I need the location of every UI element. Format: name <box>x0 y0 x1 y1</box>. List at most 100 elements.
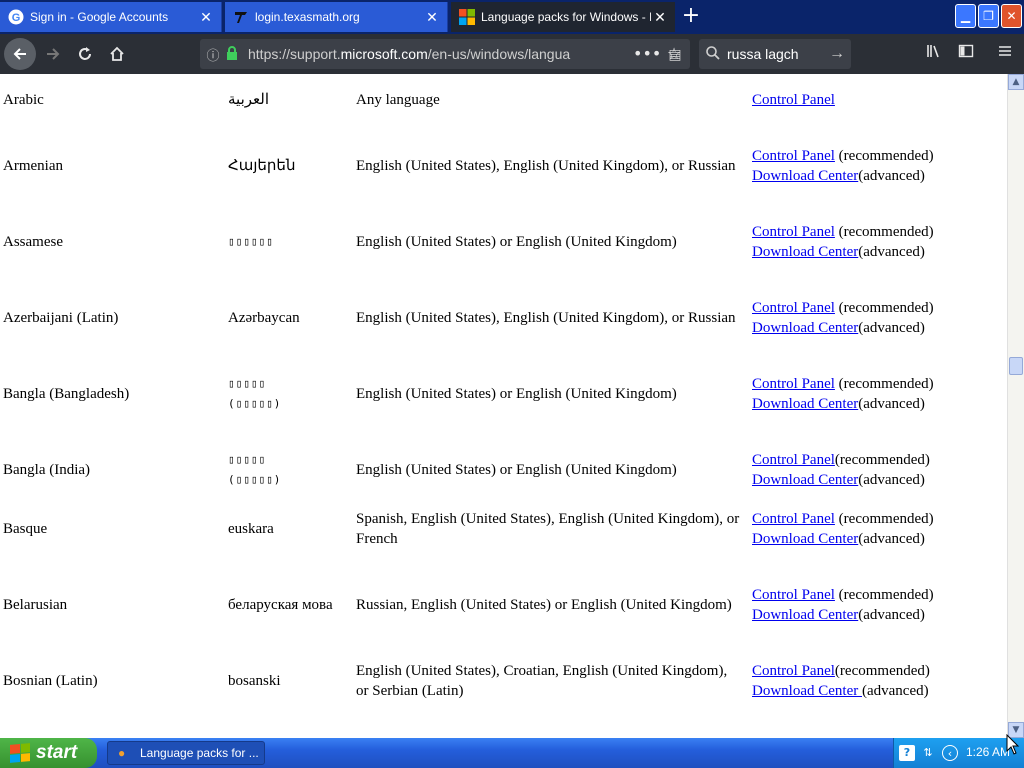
menu-icon[interactable] <box>992 42 1018 66</box>
download-center-link[interactable]: Download Center <box>752 320 858 336</box>
windows-flag-icon <box>10 743 30 763</box>
info-icon[interactable]: ⓘ <box>200 45 226 64</box>
control-panel-link[interactable]: Control Panel <box>752 376 835 392</box>
native-name: Հայերեն <box>228 158 296 174</box>
control-panel-link[interactable]: Control Panel <box>752 300 835 316</box>
start-button[interactable]: start <box>0 738 97 768</box>
language-name: Arabic <box>3 92 44 108</box>
tab-texasmath[interactable]: login.texasmath.org ✕ <box>225 2 448 32</box>
where-to-get: Control Panel <box>752 90 1007 110</box>
control-panel-link[interactable]: Control Panel <box>752 92 835 108</box>
forward-button[interactable] <box>38 39 68 69</box>
arrow-right-icon <box>47 48 60 60</box>
control-panel-link[interactable]: Control Panel <box>752 224 835 240</box>
minimize-button[interactable]: ▁ <box>955 4 976 28</box>
library-icon[interactable] <box>921 42 947 66</box>
url-text[interactable]: https://support.microsoft.com/en-us/wind… <box>244 46 660 62</box>
close-icon[interactable]: ✕ <box>423 8 441 26</box>
url-suffix: /en-us/windows/langua <box>427 46 571 62</box>
control-panel-link[interactable]: Control Panel <box>752 452 835 468</box>
base-language: Russian, English (United States) or Engl… <box>356 597 732 613</box>
microsoft-logo-icon <box>459 9 475 25</box>
download-center-link[interactable]: Download Center <box>752 396 858 412</box>
base-language: English (United States), Croatian, Engli… <box>356 663 728 699</box>
native-name: ▯▯▯▯▯ (▯▯▯▯▯) <box>228 450 348 490</box>
language-name: Belarusian <box>3 597 68 613</box>
tab-title: Sign in - Google Accounts <box>30 10 169 24</box>
new-tab-button[interactable]: + <box>678 4 704 30</box>
recommended-label: (recommended) <box>834 511 934 527</box>
tab-language-packs[interactable]: Language packs for Windows - Mi ✕ <box>451 2 675 32</box>
advanced-label: (advanced) <box>861 683 929 699</box>
tab-google-accounts[interactable]: G Sign in - Google Accounts ✕ <box>0 2 222 32</box>
where-to-get: Control Panel (recommended) Download Cen… <box>752 146 1007 186</box>
download-center-link[interactable]: Download Center <box>752 607 858 623</box>
control-panel-link[interactable]: Control Panel <box>752 511 835 527</box>
scroll-thumb[interactable] <box>1009 357 1023 375</box>
download-center-link[interactable]: Download Center <box>752 683 862 699</box>
where-to-get: Control Panel (recommended) Download Cen… <box>752 222 1007 262</box>
where-to-get: Control Panel (recommended) Download Cen… <box>752 298 1007 338</box>
navigation-toolbar: ⓘ https://support.microsoft.com/en-us/wi… <box>0 34 1024 74</box>
recommended-label: (recommended) <box>834 663 930 679</box>
recommended-label: (recommended) <box>834 376 934 392</box>
home-button[interactable] <box>102 39 132 69</box>
advanced-label: (advanced) <box>858 396 925 412</box>
vertical-scrollbar[interactable]: ▲ ▼ <box>1007 74 1024 738</box>
advanced-label: (advanced) <box>858 168 925 184</box>
download-center-link[interactable]: Download Center <box>752 472 858 488</box>
url-prefix: https://support. <box>248 46 341 62</box>
taskbar: start ● Language packs for ... ? ⇅ ‹ 1:2… <box>0 738 1024 768</box>
recommended-label: (recommended) <box>834 300 934 316</box>
texas-logo-icon <box>233 9 249 25</box>
network-icon[interactable]: ⇅ <box>920 745 936 761</box>
language-name: Basque <box>3 521 48 537</box>
native-name-line1: ▯▯▯▯▯ <box>228 453 267 466</box>
download-center-link[interactable]: Download Center <box>752 168 858 184</box>
restore-button[interactable]: ❐ <box>978 4 999 28</box>
chevron-left-icon[interactable]: ‹ <box>942 745 958 761</box>
reload-button[interactable] <box>70 39 100 69</box>
language-name: Bosnian (Latin) <box>3 673 98 689</box>
control-panel-link[interactable]: Control Panel <box>752 148 835 164</box>
native-name: беларуская мова <box>228 597 333 613</box>
language-name: Azerbaijani (Latin) <box>3 310 119 326</box>
advanced-label: (advanced) <box>858 244 925 260</box>
arrow-left-icon <box>13 48 26 60</box>
language-name: Bangla (India) <box>3 462 91 478</box>
tab-strip: G Sign in - Google Accounts ✕ login.texa… <box>0 0 1024 34</box>
where-to-get: Control Panel(recommended) Download Cent… <box>752 661 1007 701</box>
home-icon <box>110 46 124 61</box>
window-close-button[interactable]: ✕ <box>1001 4 1022 28</box>
control-panel-link[interactable]: Control Panel <box>752 663 835 679</box>
native-name-line2: (▯▯▯▯▯) <box>228 473 282 486</box>
bookmark-star-icon[interactable]: ☆ <box>661 42 687 66</box>
search-input[interactable]: russa lagch <box>727 46 823 62</box>
download-center-link[interactable]: Download Center <box>752 244 858 260</box>
advanced-label: (advanced) <box>858 607 925 623</box>
lock-icon[interactable] <box>226 45 244 63</box>
base-language: English (United States) or English (Unit… <box>356 386 677 402</box>
tab-title: login.texasmath.org <box>255 10 360 24</box>
control-panel-link[interactable]: Control Panel <box>752 587 835 603</box>
native-name: bosanski <box>228 673 281 689</box>
close-icon[interactable]: ✕ <box>651 8 669 26</box>
taskbar-item-label: Language packs for ... <box>140 746 259 760</box>
close-icon[interactable]: ✕ <box>197 8 215 26</box>
search-go-icon[interactable]: → <box>823 45 851 63</box>
download-center-link[interactable]: Download Center <box>752 531 858 547</box>
base-language: Any language <box>356 92 440 108</box>
language-name: Assamese <box>3 234 63 250</box>
base-language: English (United States), English (United… <box>356 158 736 174</box>
where-to-get: Control Panel (recommended) Download Cen… <box>752 585 1007 625</box>
advanced-label: (advanced) <box>858 472 925 488</box>
address-bar[interactable]: ⓘ https://support.microsoft.com/en-us/wi… <box>200 39 690 69</box>
page-actions-icon[interactable]: ••• <box>633 42 661 66</box>
taskbar-item-firefox[interactable]: ● Language packs for ... <box>107 741 265 765</box>
scroll-up-button[interactable]: ▲ <box>1008 74 1024 90</box>
search-bar[interactable]: russa lagch → <box>699 39 851 69</box>
help-icon[interactable]: ? <box>899 745 915 761</box>
sidebar-icon[interactable] <box>953 42 979 66</box>
back-button[interactable] <box>4 38 36 70</box>
recommended-label: (recommended) <box>834 587 934 603</box>
